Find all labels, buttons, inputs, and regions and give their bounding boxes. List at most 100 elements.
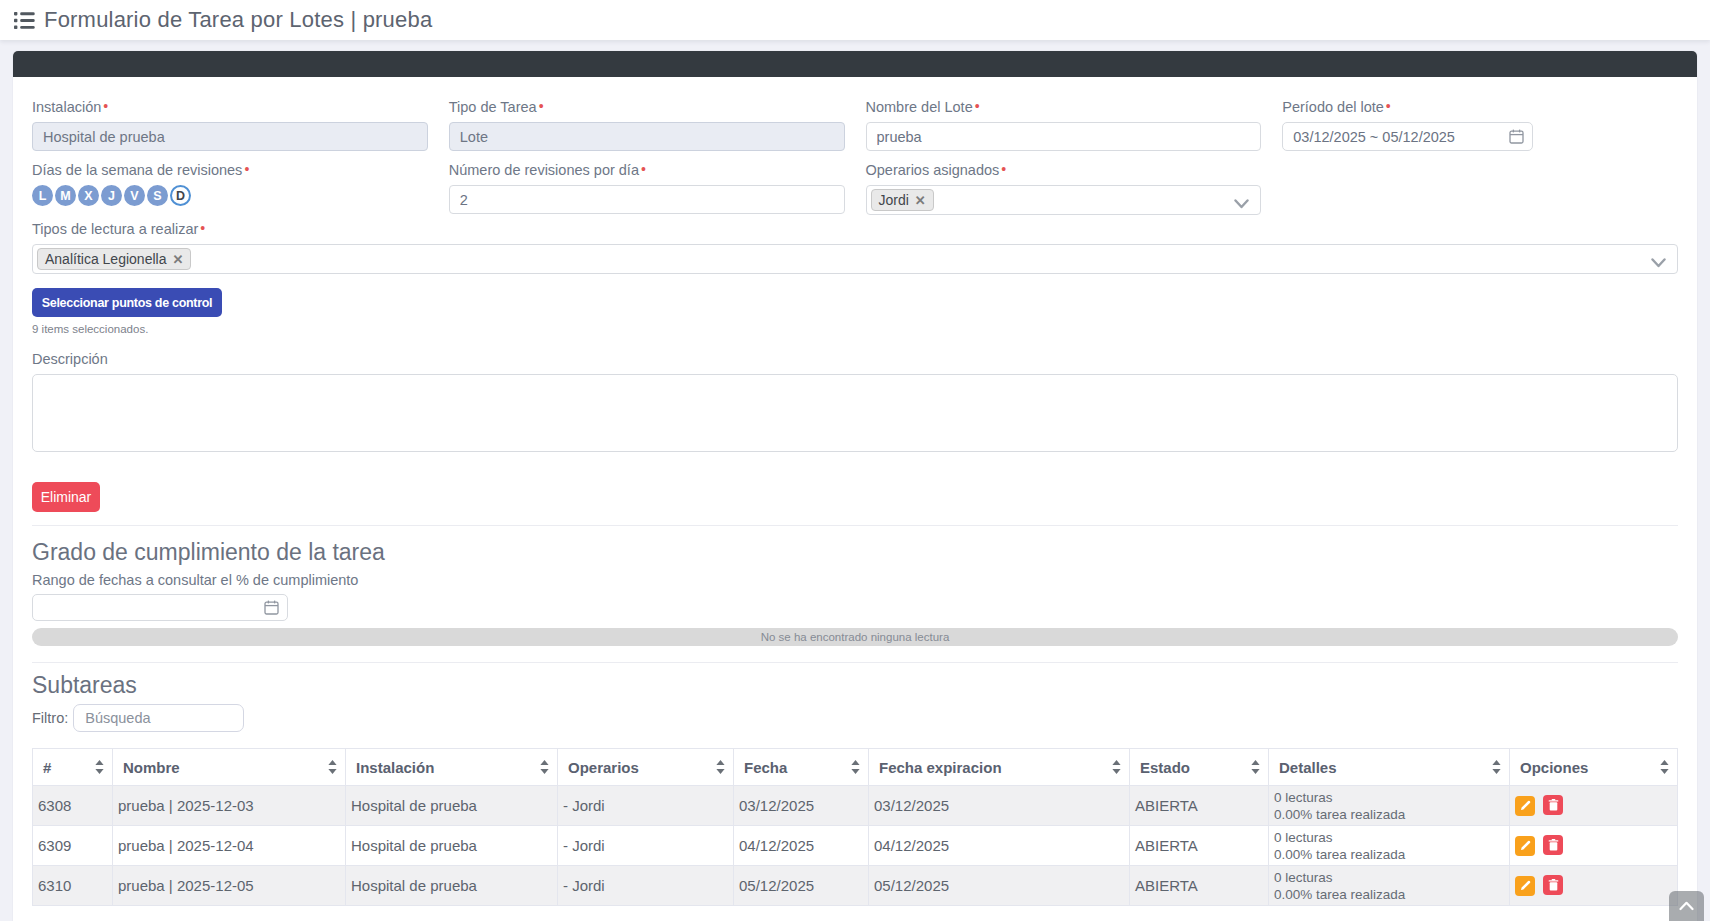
cell-fecha-expiracion: 04/12/2025 [869, 826, 1130, 866]
pencil-icon [1520, 880, 1531, 891]
cell-operarios: - Jordi [558, 786, 734, 826]
weekday-v[interactable]: V [124, 185, 145, 206]
col-header-operarios[interactable]: Operarios [558, 749, 734, 786]
sort-icon [716, 760, 725, 774]
cell-nombre: prueba | 2025-12-04 [113, 826, 346, 866]
filtro-input[interactable] [73, 704, 244, 732]
weekday-l[interactable]: L [32, 185, 53, 206]
cell-nombre: prueba | 2025-12-03 [113, 786, 346, 826]
eliminar-button[interactable]: Eliminar [32, 482, 100, 512]
cell-opciones [1510, 866, 1678, 906]
delete-button[interactable] [1543, 875, 1563, 895]
compliance-progressbar: No se ha encontrado ninguna lectura [32, 628, 1678, 646]
remove-tag-icon[interactable]: ✕ [915, 194, 926, 207]
trash-icon [1548, 879, 1559, 891]
chevron-up-icon [1679, 901, 1694, 911]
operarios-multiselect[interactable]: Jordi ✕ [866, 185, 1262, 215]
calendar-icon [264, 600, 279, 615]
cell-instalacion: Hospital de prueba [346, 826, 558, 866]
col-header-fecha[interactable]: Fecha [734, 749, 869, 786]
table-row: 6309 prueba | 2025-12-04 Hospital de pru… [33, 826, 1678, 866]
weekday-d[interactable]: D [170, 185, 191, 206]
cell-id: 6308 [33, 786, 113, 826]
page-title: Formulario de Tarea por Lotes | prueba [44, 7, 432, 33]
tipo-tarea-label: Tipo de Tarea [449, 98, 845, 118]
sort-icon [328, 760, 337, 774]
card-body: Instalación Tipo de Tarea Nombre del Lot… [13, 77, 1697, 921]
cell-id: 6310 [33, 866, 113, 906]
table-row: 6310 prueba | 2025-12-05 Hospital de pru… [33, 866, 1678, 906]
descripcion-textarea[interactable] [32, 374, 1678, 452]
compliance-heading: Grado de cumplimiento de la tarea [32, 539, 1678, 566]
cell-fecha: 03/12/2025 [734, 786, 869, 826]
trash-icon [1548, 839, 1559, 851]
edit-button[interactable] [1515, 796, 1535, 816]
instalacion-label: Instalación [32, 98, 428, 118]
delete-button[interactable] [1543, 795, 1563, 815]
weekday-j[interactable]: J [101, 185, 122, 206]
divider [32, 662, 1678, 663]
items-selected-note: 9 items seleccionados. [32, 323, 1678, 335]
sort-icon [1251, 760, 1260, 774]
weekday-m[interactable]: M [55, 185, 76, 206]
rango-fechas-input[interactable] [32, 594, 288, 621]
tipo-lectura-tag: Analítica Legionella ✕ [37, 248, 191, 270]
cell-estado: ABIERTA [1130, 826, 1269, 866]
task-form-card: Instalación Tipo de Tarea Nombre del Lot… [13, 51, 1697, 921]
tipos-lectura-label: Tipos de lectura a realizar [32, 220, 1678, 240]
cell-detalles: 0 lecturas0.00% tarea realizada [1269, 866, 1510, 906]
col-header-instalacion[interactable]: Instalación [346, 749, 558, 786]
col-header-opciones[interactable]: Opciones [1510, 749, 1678, 786]
edit-button[interactable] [1515, 836, 1535, 856]
rango-fechas-label: Rango de fechas a consultar el % de cump… [32, 571, 1678, 591]
weekday-x[interactable]: X [78, 185, 99, 206]
dias-semana-label: Días de la semana de revisiones [32, 161, 428, 181]
descripcion-label: Descripción [32, 350, 1678, 370]
pencil-icon [1520, 840, 1531, 851]
periodo-lote-datepicker[interactable] [1282, 122, 1533, 151]
instalacion-input [32, 122, 428, 151]
remove-tag-icon[interactable]: ✕ [172, 253, 183, 266]
periodo-lote-input[interactable] [1282, 122, 1533, 151]
cell-estado: ABIERTA [1130, 866, 1269, 906]
sort-icon [851, 760, 860, 774]
trash-icon [1548, 799, 1559, 811]
subtasks-table: # Nombre Instalación Operarios Fecha Fec… [32, 748, 1678, 906]
nombre-lote-input[interactable] [866, 122, 1262, 151]
col-header-estado[interactable]: Estado [1130, 749, 1269, 786]
pencil-icon [1520, 800, 1531, 811]
cell-fecha-expiracion: 03/12/2025 [869, 786, 1130, 826]
sort-icon [1112, 760, 1121, 774]
top-navbar: Formulario de Tarea por Lotes | prueba [0, 0, 1710, 40]
col-header-detalles[interactable]: Detalles [1269, 749, 1510, 786]
col-header-id[interactable]: # [33, 749, 113, 786]
subtareas-heading: Subtareas [32, 672, 1678, 699]
num-revisiones-input[interactable] [449, 185, 845, 214]
scroll-to-top-button[interactable] [1669, 891, 1704, 921]
weekday-s[interactable]: S [147, 185, 168, 206]
tipos-lectura-multiselect[interactable]: Analítica Legionella ✕ [32, 244, 1678, 274]
periodo-lote-label: Período del lote [1282, 98, 1678, 118]
cell-fecha: 04/12/2025 [734, 826, 869, 866]
list-icon [14, 11, 35, 30]
cell-instalacion: Hospital de prueba [346, 866, 558, 906]
num-revisiones-label: Número de revisiones por día [449, 161, 845, 181]
col-header-fecha-expiracion[interactable]: Fecha expiracion [869, 749, 1130, 786]
rango-fechas-datepicker[interactable] [32, 594, 288, 621]
cell-opciones [1510, 826, 1678, 866]
chevron-down-icon [1234, 195, 1249, 213]
select-control-points-button[interactable]: Seleccionar puntos de control [32, 288, 222, 317]
cell-detalles: 0 lecturas0.00% tarea realizada [1269, 826, 1510, 866]
cell-opciones [1510, 786, 1678, 826]
table-header-row: # Nombre Instalación Operarios Fecha Fec… [33, 749, 1678, 786]
card-header-bar [13, 51, 1697, 77]
tipo-lectura-tag-label: Analítica Legionella [45, 251, 166, 267]
edit-button[interactable] [1515, 876, 1535, 896]
operarios-label: Operarios asignados [866, 161, 1262, 181]
sort-icon [540, 760, 549, 774]
sort-icon [1660, 760, 1669, 774]
sort-icon [1492, 760, 1501, 774]
col-header-nombre[interactable]: Nombre [113, 749, 346, 786]
cell-operarios: - Jordi [558, 826, 734, 866]
delete-button[interactable] [1543, 835, 1563, 855]
